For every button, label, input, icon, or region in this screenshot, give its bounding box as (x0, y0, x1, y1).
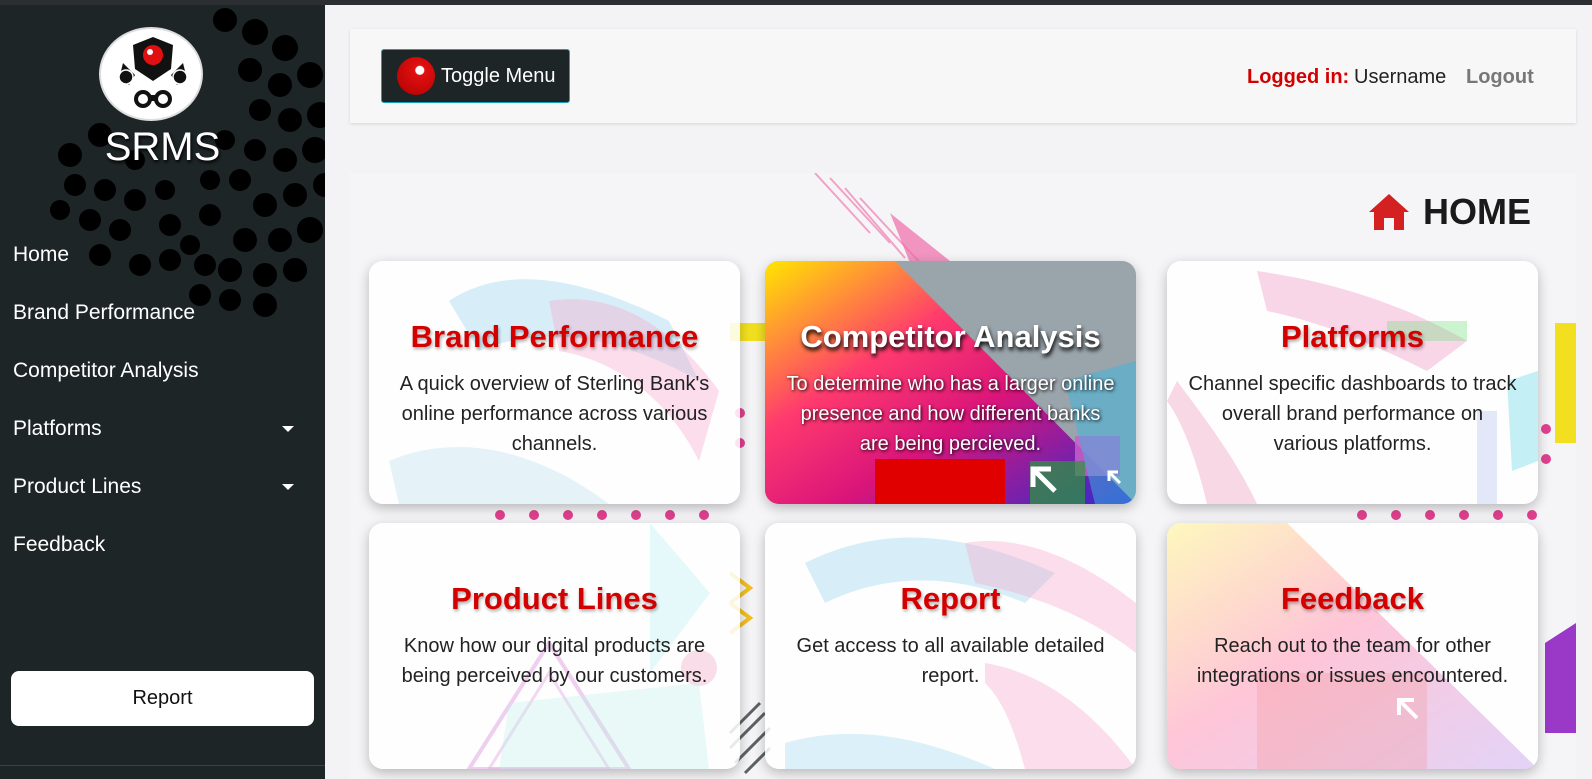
sidebar-nav: Home Brand Performance Competitor Analys… (0, 226, 325, 574)
home-icon (1369, 194, 1409, 230)
sidebar-item-label: Competitor Analysis (13, 359, 199, 382)
card-title: Platforms (1281, 319, 1424, 354)
binoculars-emblem-icon (118, 37, 188, 108)
divider (0, 765, 325, 766)
card-product-lines[interactable]: Product Lines Know how our digital produ… (369, 523, 740, 769)
toggle-menu-button[interactable]: Toggle Menu (381, 49, 570, 103)
card-feedback[interactable]: Feedback Reach out to the team for other… (1167, 523, 1538, 769)
sidebar-item-platforms[interactable]: Platforms (0, 400, 325, 458)
card-description: To determine who has a larger online pre… (786, 373, 1115, 455)
red-ball-icon (397, 57, 435, 95)
card-description: Get access to all available detailed rep… (796, 635, 1105, 687)
username: Username (1354, 66, 1447, 88)
sidebar-item-feedback[interactable]: Feedback (0, 516, 325, 574)
card-title: Product Lines (451, 581, 658, 616)
card-title: Feedback (1280, 581, 1424, 616)
sidebar-item-label: Home (13, 243, 70, 266)
top-header: Toggle Menu Logged in: Username Logout (350, 29, 1576, 123)
sidebar-item-home[interactable]: Home (0, 226, 325, 284)
page-title: HOME (1367, 191, 1531, 233)
brand-name: SRMS (104, 125, 221, 169)
sidebar: SRMS Home Brand Performance Competitor A… (0, 0, 325, 779)
card-brand-performance[interactable]: Brand Performance A quick overview of St… (369, 261, 740, 504)
sidebar-item-label: Platforms (13, 417, 102, 440)
card-description: Channel specific dashboards to track ove… (1188, 373, 1517, 455)
srms-logo (99, 27, 203, 121)
sidebar-item-label: Product Lines (13, 475, 142, 498)
card-description: Reach out to the team for other integrat… (1196, 635, 1509, 687)
top-border (0, 0, 1592, 5)
report-button[interactable]: Report (11, 671, 314, 726)
caret-down-icon (282, 484, 294, 490)
card-title: Competitor Analysis (800, 319, 1101, 354)
card-title: Brand Performance (410, 319, 699, 354)
sidebar-item-product-lines[interactable]: Product Lines (0, 458, 325, 516)
sidebar-item-brand-performance[interactable]: Brand Performance (0, 284, 325, 342)
card-platforms[interactable]: Platforms Channel specific dashboards to… (1167, 261, 1538, 504)
sidebar-item-label: Brand Performance (13, 301, 196, 324)
card-description: A quick overview of Sterling Bank's onli… (399, 373, 710, 455)
caret-down-icon (282, 426, 294, 432)
page-title-text: HOME (1423, 191, 1531, 232)
card-description: Know how our digital products are being … (401, 635, 708, 687)
sidebar-item-label: Feedback (13, 533, 106, 556)
toggle-menu-label: Toggle Menu (441, 64, 556, 87)
card-title: Report (900, 581, 1001, 616)
sidebar-item-competitor-analysis[interactable]: Competitor Analysis (0, 342, 325, 400)
card-competitor-analysis[interactable]: Competitor Analysis To determine who has… (765, 261, 1136, 504)
main-content: HOME Brand Performance A quick overview … (350, 173, 1576, 779)
logged-in-label: Logged in: (1247, 66, 1350, 88)
card-report[interactable]: Report Get access to all available detai… (765, 523, 1136, 769)
logout-link[interactable]: Logout (1466, 66, 1534, 89)
